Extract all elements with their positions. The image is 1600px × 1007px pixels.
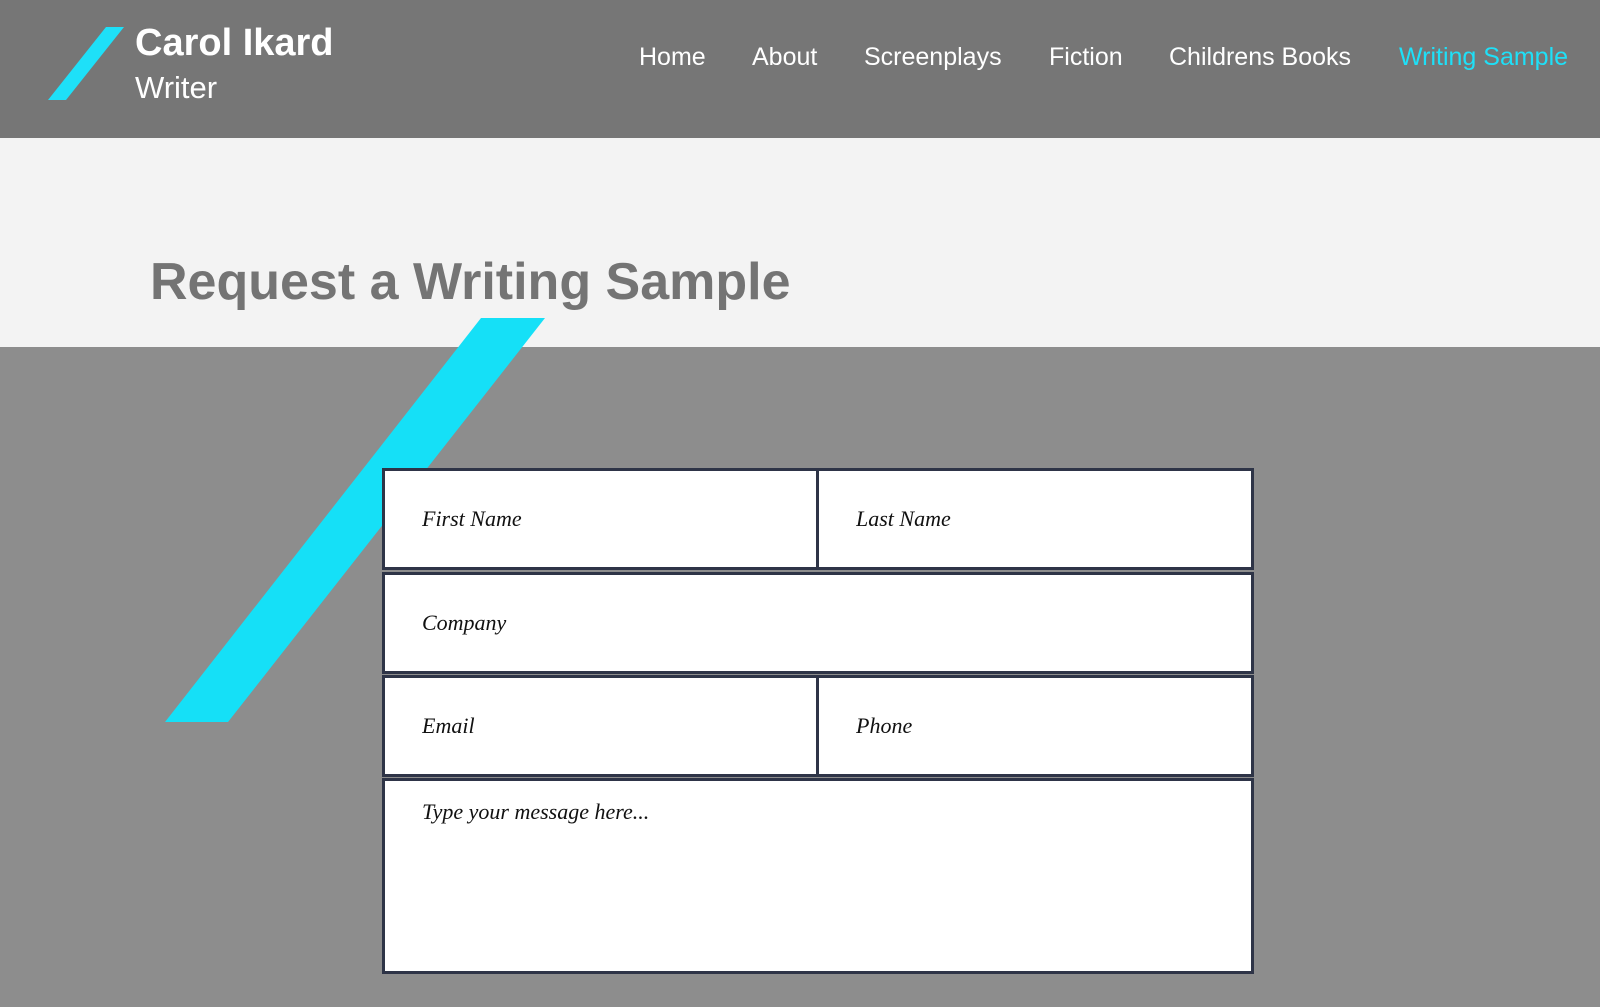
title-band — [0, 138, 1600, 347]
last-name-field[interactable] — [816, 468, 1254, 570]
nav-writing-sample[interactable]: Writing Sample — [1399, 43, 1568, 79]
nav-about[interactable]: About — [752, 43, 817, 79]
nav-home[interactable]: Home — [639, 43, 706, 79]
site-subtitle: Writer — [135, 70, 218, 105]
phone-field[interactable] — [816, 675, 1254, 777]
page-title: Request a Writing Sample — [150, 253, 791, 311]
site-header: Carol Ikard Writer Home About Screenplay… — [0, 0, 1600, 138]
message-field[interactable] — [382, 778, 1254, 974]
slash-logo-icon[interactable] — [48, 27, 124, 100]
nav-childrens-books[interactable]: Childrens Books — [1169, 43, 1351, 79]
email-field[interactable] — [382, 675, 819, 777]
nav-fiction[interactable]: Fiction — [1049, 43, 1123, 79]
first-name-field[interactable] — [382, 468, 819, 570]
company-field[interactable] — [382, 572, 1254, 674]
site-title[interactable]: Carol Ikard — [135, 22, 334, 66]
nav-screenplays[interactable]: Screenplays — [864, 43, 1002, 79]
